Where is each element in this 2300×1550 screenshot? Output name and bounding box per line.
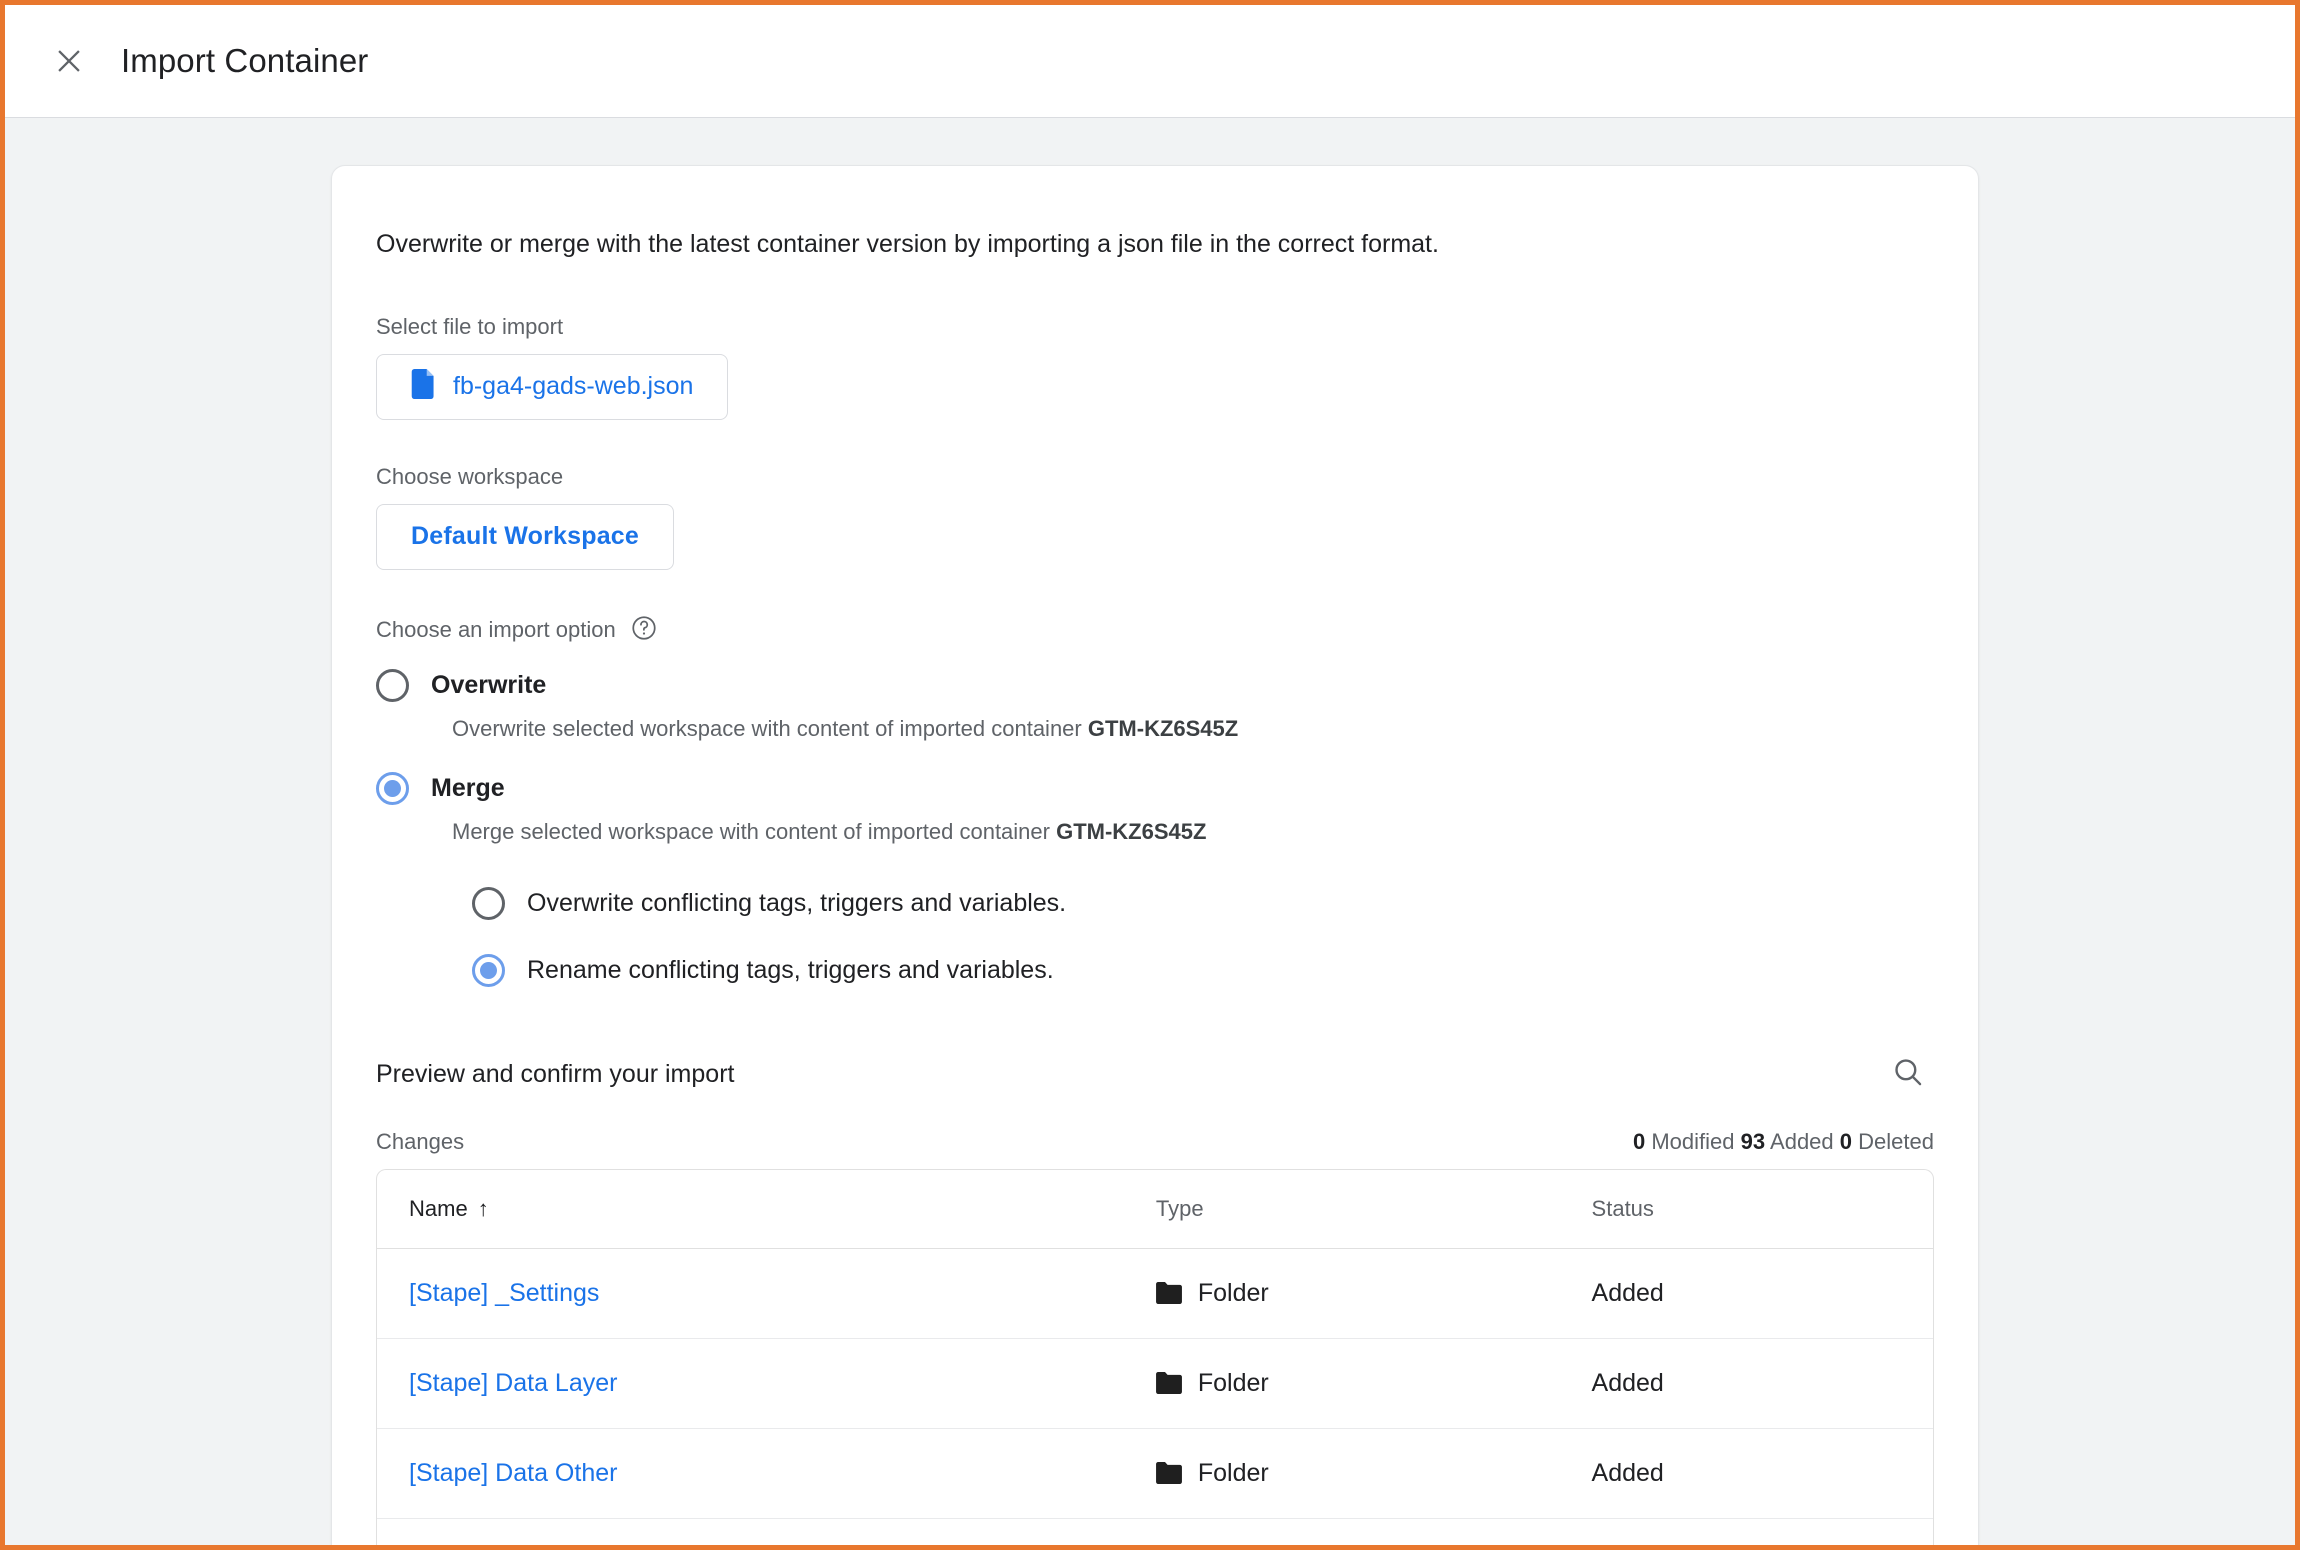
changes-summary-row: Changes 0 Modified 93 Added 0 Deleted (376, 1129, 1934, 1155)
added-count: 93 (1740, 1128, 1766, 1154)
radio-option-overwrite-conflicting[interactable]: Overwrite conflicting tags, triggers and… (472, 886, 1934, 920)
radio-merge-description: Merge selected workspace with content of… (452, 819, 1934, 845)
changes-table-wrapper: Name ↑ Type Status [Stape] _Settings Folde… (376, 1168, 1934, 1545)
radio-option-merge[interactable]: Merge (376, 771, 1934, 805)
column-header-name[interactable]: Name ↑ (377, 1169, 1124, 1249)
file-icon (411, 369, 437, 404)
import-option-label: Choose an import option (376, 617, 616, 643)
merge-container-id: GTM-KZ6S45Z (1056, 818, 1207, 844)
intro-text: Overwrite or merge with the latest conta… (376, 230, 1439, 258)
app-window: Import Container Overwrite or merge with… (0, 0, 2300, 1550)
table-cell-status: Added (1559, 1338, 1933, 1429)
page-title: Import Container (121, 42, 369, 79)
radio-merge-indicator[interactable] (376, 771, 409, 805)
table-cell-type: Folder (1123, 1518, 1560, 1545)
radio-rename-conflicting-label: Rename conflicting tags, triggers and va… (527, 955, 1054, 984)
close-button[interactable] (43, 35, 95, 87)
row-type-label: Folder (1197, 1278, 1269, 1307)
column-header-name-label: Name (409, 1195, 468, 1221)
folder-icon (1155, 1372, 1182, 1395)
changes-label: Changes (376, 1128, 465, 1154)
radio-overwrite-indicator[interactable] (376, 668, 409, 702)
table-cell-type: Folder (1123, 1338, 1560, 1429)
overwrite-desc-text: Overwrite selected workspace with conten… (452, 715, 1088, 741)
radio-rename-conflicting-indicator[interactable] (472, 953, 505, 987)
row-name-link[interactable]: [Stape] _Settings (409, 1279, 599, 1307)
import-option-header: Choose an import option (376, 614, 1934, 647)
modified-label: Modified (1651, 1128, 1735, 1154)
choose-workspace-label: Choose workspace (376, 463, 564, 489)
table-cell-type: Folder (1123, 1428, 1560, 1519)
table-cell-status: Added (1559, 1428, 1933, 1519)
preview-header: Preview and confirm your import (376, 1049, 1934, 1101)
workspace-name: Default Workspace (411, 522, 640, 551)
radio-overwrite-conflicting-label: Overwrite conflicting tags, triggers and… (527, 888, 1067, 917)
help-circle-icon[interactable] (630, 614, 658, 647)
import-card: Overwrite or merge with the latest conta… (331, 165, 1979, 1545)
merge-sub-options: Overwrite conflicting tags, triggers and… (472, 886, 1934, 987)
selected-file-button[interactable]: fb-ga4-gads-web.json (376, 353, 729, 420)
close-icon (52, 44, 86, 78)
overwrite-container-id: GTM-KZ6S45Z (1087, 715, 1239, 741)
radio-option-rename-conflicting[interactable]: Rename conflicting tags, triggers and va… (472, 953, 1934, 987)
table-cell-status: Added (1559, 1248, 1933, 1339)
sort-ascending-icon: ↑ (477, 1195, 489, 1221)
radio-option-overwrite[interactable]: Overwrite (376, 668, 1934, 702)
row-name-link[interactable]: [Stape] Data Layer (409, 1369, 617, 1397)
radio-merge-label: Merge (431, 773, 505, 802)
changes-counts: 0 Modified 93 Added 0 Deleted (1633, 1129, 1934, 1155)
search-icon (1891, 1055, 1925, 1094)
folder-icon (1155, 1282, 1182, 1305)
table-cell-status: Added (1559, 1518, 1933, 1545)
added-label: Added (1770, 1128, 1834, 1154)
modified-count: 0 (1632, 1128, 1646, 1154)
table-row: [Stape] Data TagsFolderAdded (377, 1518, 1933, 1545)
preview-title: Preview and confirm your import (376, 1060, 735, 1089)
radio-overwrite-description: Overwrite selected workspace with conten… (452, 716, 1934, 742)
search-button[interactable] (1882, 1049, 1934, 1101)
folder-icon (1155, 1462, 1182, 1485)
merge-desc-text: Merge selected workspace with content of… (452, 818, 1057, 844)
table-cell-name: [Stape] Data Other (377, 1428, 1124, 1519)
select-file-label: Select file to import (376, 313, 564, 339)
table-row: [Stape] _Settings Folder Added (377, 1248, 1933, 1339)
table-cell-type: Folder (1123, 1248, 1560, 1339)
row-type-label: Folder (1197, 1368, 1269, 1397)
radio-overwrite-label: Overwrite (431, 670, 547, 699)
column-header-type[interactable]: Type (1123, 1169, 1560, 1249)
radio-overwrite-conflicting-indicator[interactable] (472, 886, 505, 920)
row-type-label: Folder (1197, 1458, 1269, 1487)
dialog-header: Import Container (5, 5, 2295, 118)
table-header-row: Name ↑ Type Status (377, 1169, 1933, 1249)
workspace-select-button[interactable]: Default Workspace (376, 503, 675, 570)
table-cell-name: [Stape] _Settings (377, 1248, 1124, 1339)
selected-file-name: fb-ga4-gads-web.json (453, 372, 694, 401)
deleted-label: Deleted (1858, 1128, 1934, 1154)
table-cell-name: [Stape] Data Tags (377, 1518, 1124, 1545)
table-row: [Stape] Data Layer Folder Added (377, 1338, 1933, 1429)
table-body: [Stape] _Settings Folder Added [Stape] Data… (377, 1248, 1933, 1545)
table-row: [Stape] Data Other Folder Added (377, 1428, 1933, 1519)
deleted-count: 0 (1839, 1128, 1853, 1154)
column-header-status[interactable]: Status (1559, 1169, 1933, 1249)
row-name-link[interactable]: [Stape] Data Other (409, 1459, 617, 1487)
changes-table: Name ↑ Type Status [Stape] _Settings Folde… (377, 1169, 1933, 1545)
table-cell-name: [Stape] Data Layer (377, 1338, 1124, 1429)
